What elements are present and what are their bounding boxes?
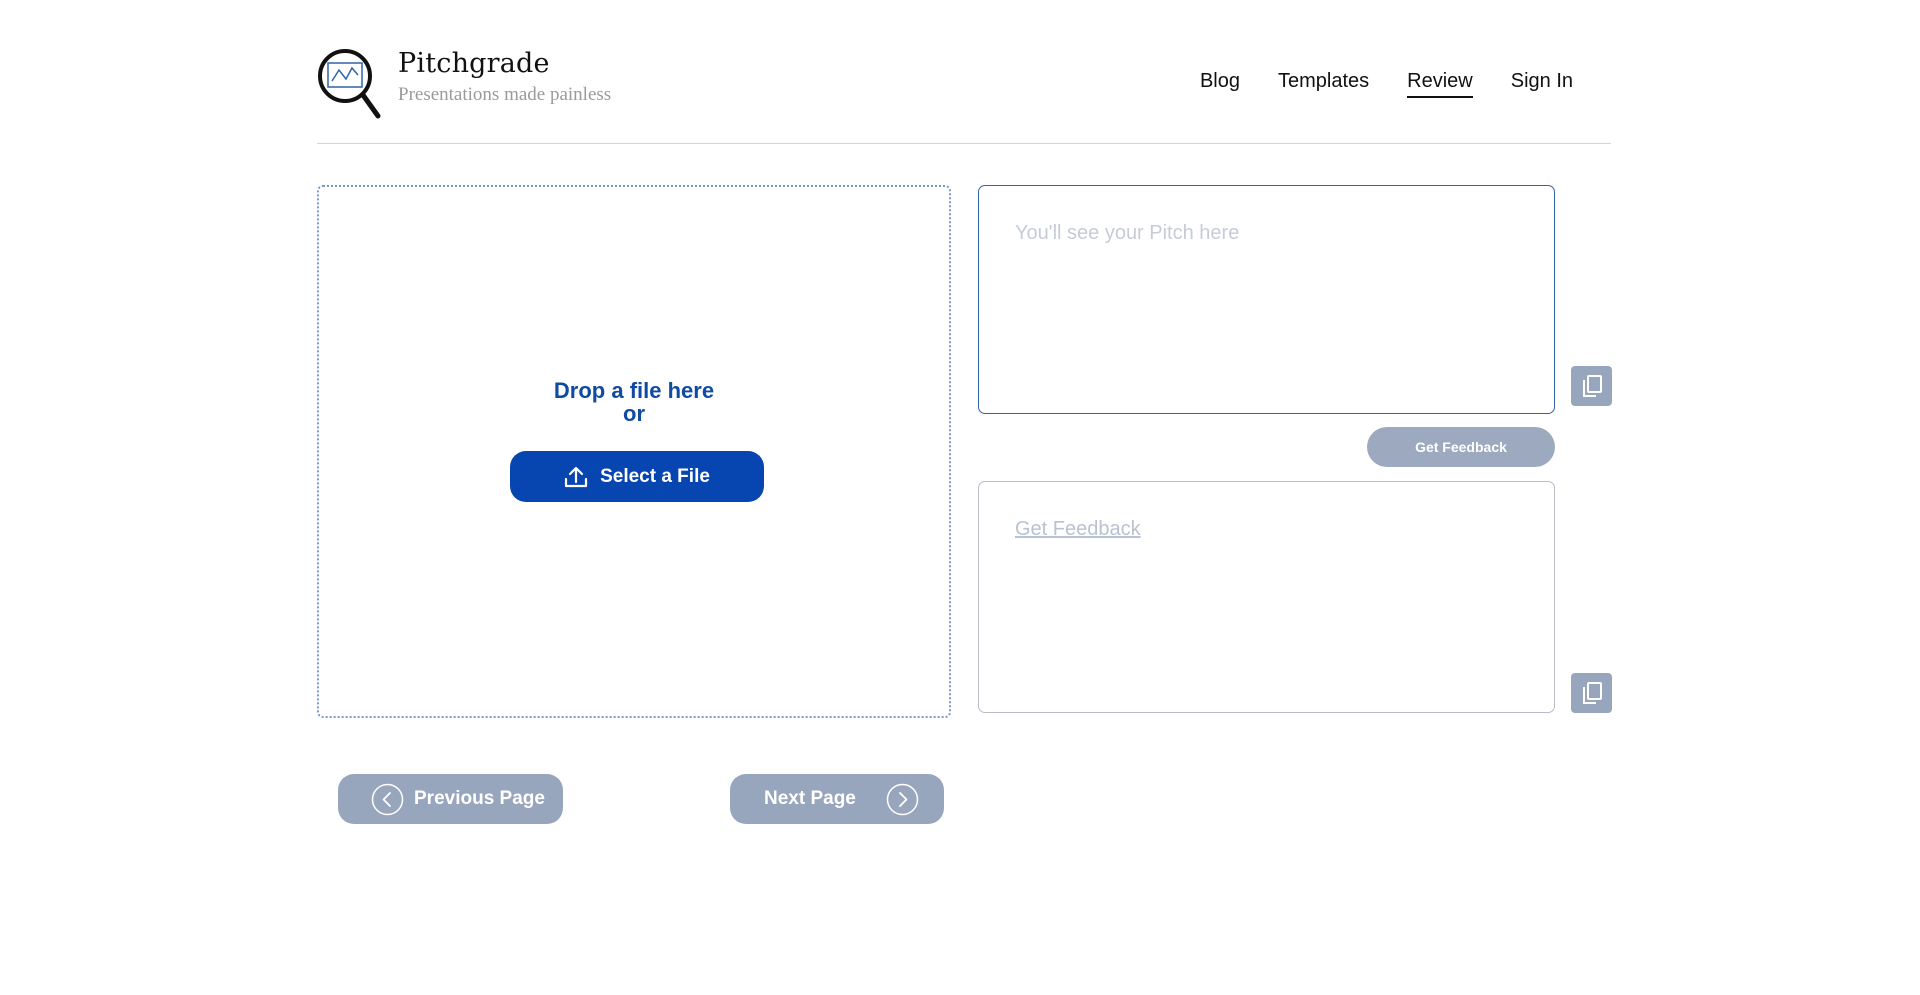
nav-sign-in[interactable]: Sign In xyxy=(1511,70,1573,98)
previous-page-label: Previous Page xyxy=(414,788,545,809)
copy-icon xyxy=(1582,682,1602,704)
magnifier-chart-logo-icon[interactable] xyxy=(317,48,381,120)
pitch-output-box[interactable]: You'll see your Pitch here xyxy=(978,185,1555,414)
chevron-right-icon xyxy=(886,783,919,815)
next-page-label: Next Page xyxy=(764,788,856,809)
select-file-button[interactable]: Select a File xyxy=(510,451,764,502)
pitch-placeholder: You'll see your Pitch here xyxy=(1015,222,1240,244)
copy-pitch-button[interactable] xyxy=(1571,366,1612,406)
nav-review[interactable]: Review xyxy=(1407,70,1473,98)
feedback-output-box[interactable]: Get Feedback xyxy=(978,481,1555,713)
site-header: Pitchgrade Presentations made painless B… xyxy=(317,44,1611,144)
copy-feedback-button[interactable] xyxy=(1571,673,1612,713)
nav-templates[interactable]: Templates xyxy=(1278,70,1369,98)
header-divider xyxy=(317,143,1611,144)
file-dropzone[interactable]: Drop a file here or Select a File xyxy=(317,185,951,718)
next-page-button[interactable]: Next Page xyxy=(730,774,944,824)
get-feedback-link[interactable]: Get Feedback xyxy=(1015,518,1141,541)
brand-tagline: Presentations made painless xyxy=(398,84,612,105)
get-feedback-button[interactable]: Get Feedback xyxy=(1367,427,1555,467)
upload-icon xyxy=(564,466,588,487)
previous-page-button[interactable]: Previous Page xyxy=(338,774,563,824)
copy-icon xyxy=(1582,375,1602,397)
or-separator: or xyxy=(623,401,645,426)
main-nav: Blog Templates Review Sign In xyxy=(1200,70,1573,98)
chevron-left-icon xyxy=(371,783,404,815)
select-file-label: Select a File xyxy=(600,465,710,487)
nav-blog[interactable]: Blog xyxy=(1200,70,1240,98)
brand-name[interactable]: Pitchgrade xyxy=(398,48,550,79)
